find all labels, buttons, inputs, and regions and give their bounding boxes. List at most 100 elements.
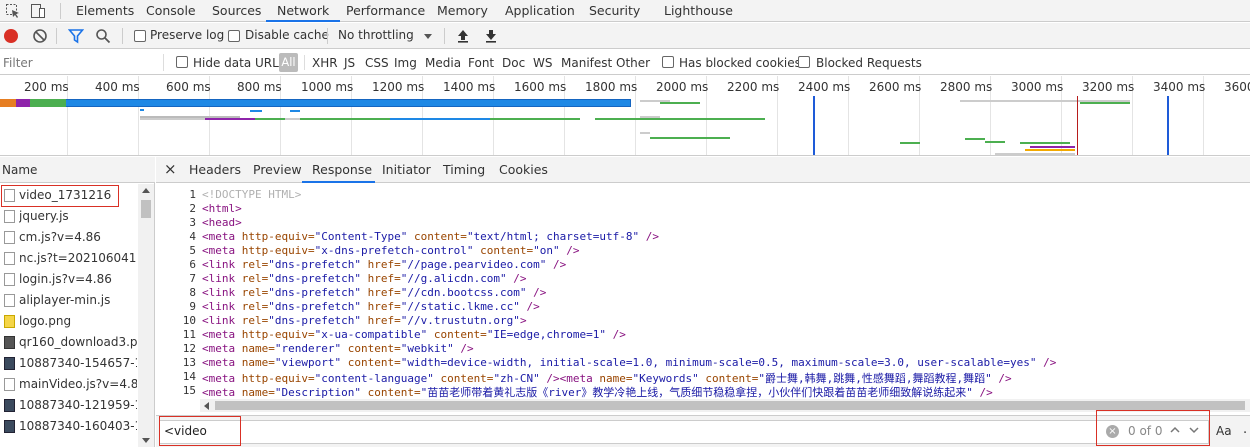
name-column-header[interactable]: Name <box>2 163 37 177</box>
request-name: jquery.js <box>19 209 69 223</box>
list-item[interactable]: aliplayer-min.js <box>0 290 138 311</box>
network-overview-timeline[interactable]: 200 ms 400 ms 600 ms 800 ms 1000 ms 1200… <box>0 76 1250 156</box>
record-icon[interactable] <box>4 29 18 43</box>
line-content: <head> <box>202 216 242 229</box>
line-content: <link rel="dns-prefetch" href="//g.alicd… <box>202 272 527 285</box>
line-content: <link rel="dns-prefetch" href="//page.pe… <box>202 258 566 271</box>
timeline-tick: 1000 ms <box>301 80 354 94</box>
code-token: "//page.pearvideo.com" <box>400 258 547 271</box>
code-token: "dns-prefetch" <box>268 300 361 313</box>
timeline-tick: 3600 <box>1224 80 1250 94</box>
filter-input[interactable]: Filter <box>3 56 161 70</box>
match-case-button[interactable]: Aa <box>1216 424 1232 438</box>
filter-type-js[interactable]: JS <box>344 56 355 70</box>
filter-type-doc[interactable]: Doc <box>502 56 525 70</box>
line-content: <meta name="viewport" content="width=dev… <box>202 356 1056 369</box>
tab-timing[interactable]: Timing <box>443 162 485 177</box>
disable-cache-label: Disable cache <box>245 28 329 42</box>
list-item[interactable]: logo.png <box>0 311 138 332</box>
list-item[interactable]: jquery.js <box>0 206 138 227</box>
line-number: 15 <box>182 384 196 397</box>
chevron-down-icon[interactable] <box>424 34 432 39</box>
timeline-tick: 1800 ms <box>585 80 638 94</box>
devtools-tab-bar: Elements Console Sources Network Perform… <box>0 0 1250 22</box>
filter-type-xhr[interactable]: XHR <box>312 56 338 70</box>
tab-response[interactable]: Response <box>312 162 372 177</box>
import-har-icon[interactable] <box>456 28 470 44</box>
code-token: "//static.lkme.cc" <box>400 300 520 313</box>
tab-elements[interactable]: Elements <box>76 0 134 22</box>
list-item[interactable]: nc.js?t=2021060418 <box>0 248 138 269</box>
timeline-tick: 400 ms <box>95 80 140 94</box>
filter-type-ws[interactable]: WS <box>533 56 552 70</box>
list-scrollbar-thumb[interactable] <box>141 200 151 218</box>
inspect-element-icon[interactable] <box>5 3 21 19</box>
blocked-requests-checkbox[interactable] <box>798 56 810 68</box>
tab-lighthouse[interactable]: Lighthouse <box>664 0 733 22</box>
tab-network[interactable]: Network <box>266 0 341 22</box>
line-number: 2 <box>189 202 196 215</box>
line-number: 10 <box>182 314 196 327</box>
export-har-icon[interactable] <box>484 28 498 44</box>
list-item[interactable]: 10887340-160403-1.pn <box>0 416 138 437</box>
tab-application[interactable]: Application <box>505 0 575 22</box>
regex-button[interactable]: . <box>1243 422 1247 437</box>
code-token: "dns-prefetch" <box>268 286 361 299</box>
line-number: 12 <box>182 342 196 355</box>
list-item[interactable]: cm.js?v=4.86 <box>0 227 138 248</box>
request-detail-panel: × Headers Preview Response Initiator Tim… <box>156 157 1250 447</box>
tab-headers[interactable]: Headers <box>189 162 241 177</box>
code-token: rel= <box>241 272 269 285</box>
tab-sources[interactable]: Sources <box>212 0 261 22</box>
search-icon[interactable] <box>95 28 111 44</box>
tab-preview[interactable]: Preview <box>253 162 302 177</box>
preserve-log-checkbox[interactable] <box>134 30 146 42</box>
hide-data-urls-checkbox[interactable] <box>176 56 188 68</box>
line-number: 1 <box>189 188 196 201</box>
code-token: rel= <box>241 300 269 313</box>
filter-type-img[interactable]: Img <box>394 56 417 70</box>
code-line: 8 <link rel="dns-prefetch" href="//cdn.bo… <box>156 286 1250 300</box>
file-icon <box>4 294 15 307</box>
list-item[interactable]: login.js?v=4.86 <box>0 269 138 290</box>
list-item[interactable]: 10887340-121959-1.pn <box>0 395 138 416</box>
tab-security[interactable]: Security <box>589 0 640 22</box>
code-line: 3 <head> <box>156 216 1250 230</box>
clear-icon[interactable] <box>32 28 48 44</box>
list-item[interactable]: qr160_download3.png <box>0 332 138 353</box>
close-icon[interactable]: × <box>164 160 177 178</box>
filter-type-css[interactable]: CSS <box>365 56 389 70</box>
horizontal-scrollbar[interactable] <box>200 399 1250 412</box>
filter-type-manifest[interactable]: Manifest <box>561 56 612 70</box>
has-blocked-cookies-checkbox[interactable] <box>662 56 674 68</box>
line-number: 14 <box>182 370 196 383</box>
timeline-tick: 2200 ms <box>727 80 780 94</box>
code-token: /> <box>606 328 626 341</box>
list-item[interactable]: mainVideo.js?v=4.86 <box>0 374 138 395</box>
code-token: "dns-prefetch" <box>268 258 361 271</box>
filter-type-other[interactable]: Other <box>616 56 650 70</box>
request-list: Name video_1731216 jquery.js cm.js?v=4.86 n… <box>0 157 155 447</box>
list-scrollbar[interactable] <box>138 184 154 447</box>
disable-cache-checkbox[interactable] <box>228 30 240 42</box>
file-icon <box>4 273 15 286</box>
tab-memory[interactable]: Memory <box>437 0 488 22</box>
filter-type-media[interactable]: Media <box>425 56 461 70</box>
tab-console[interactable]: Console <box>146 0 196 22</box>
tab-cookies[interactable]: Cookies <box>499 162 548 177</box>
detail-tabs: × Headers Preview Response Initiator Tim… <box>156 157 1250 183</box>
timeline-tick: 1400 ms <box>443 80 496 94</box>
line-content: <meta http-equiv="x-ua-compatible" conte… <box>202 328 626 341</box>
filter-type-font[interactable]: Font <box>468 56 494 70</box>
throttling-select[interactable]: No throttling <box>338 28 414 42</box>
code-token: "on" <box>533 244 560 257</box>
list-item[interactable]: 10887340-154657-1.pn <box>0 353 138 374</box>
tab-performance[interactable]: Performance <box>346 0 425 22</box>
tab-initiator[interactable]: Initiator <box>382 162 431 177</box>
response-body[interactable]: 1 <!DOCTYPE HTML> 2 <html> 3 <head> 4 <meta htt… <box>156 184 1250 398</box>
filter-icon[interactable] <box>67 28 85 44</box>
filter-type-all[interactable]: All <box>279 53 298 72</box>
horizontal-scrollbar-thumb[interactable] <box>215 401 1245 410</box>
blocked-requests-label: Blocked Requests <box>816 56 922 70</box>
device-toolbar-icon[interactable] <box>30 3 46 19</box>
